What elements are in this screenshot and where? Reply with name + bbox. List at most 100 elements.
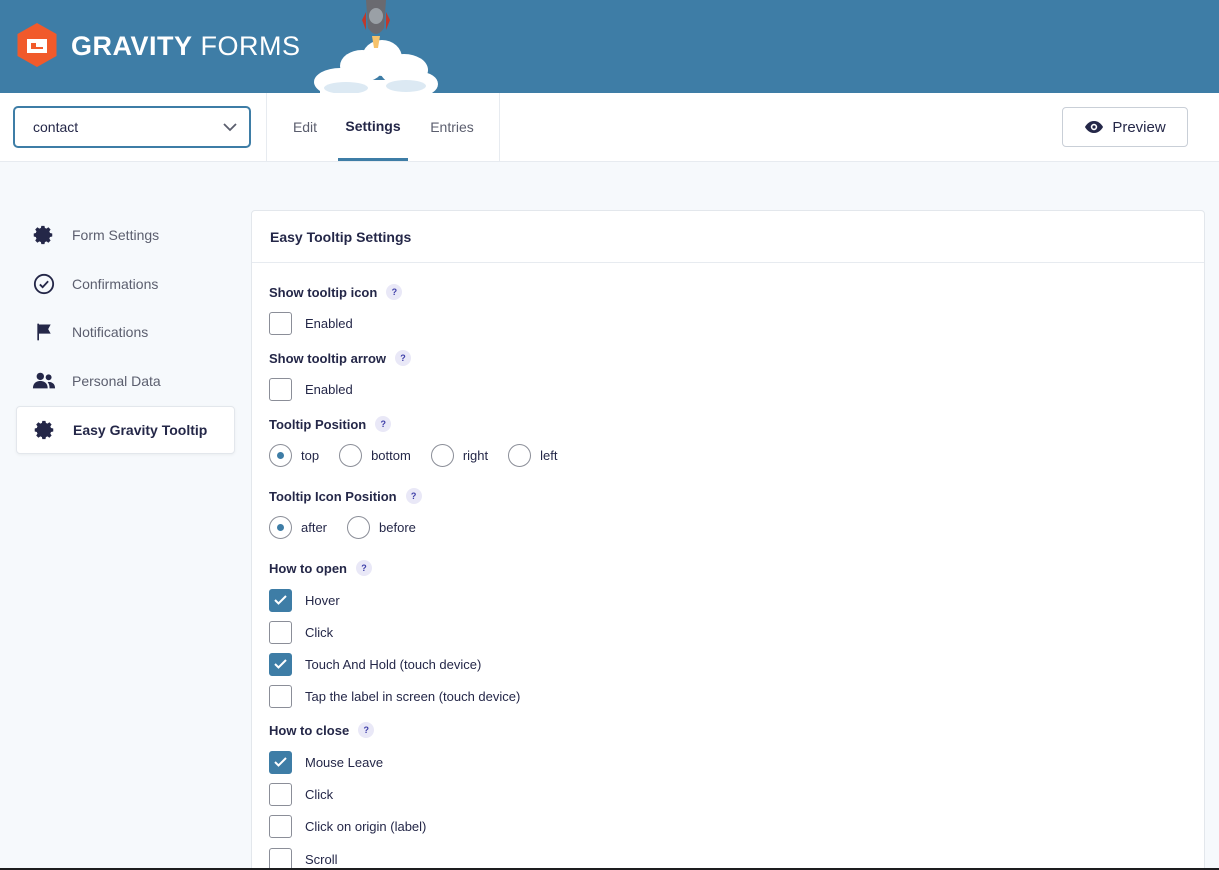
field-label-how-to-open: How to open ? — [269, 560, 372, 576]
checkbox-label: Tap the label in screen (touch device) — [305, 688, 521, 704]
field-label-text: Tooltip Icon Position — [269, 488, 397, 504]
check-circle-icon — [32, 272, 56, 296]
checkbox-open-tap-label[interactable]: Tap the label in screen (touch device) — [269, 684, 521, 708]
checkmark-icon — [274, 659, 287, 669]
checkbox-box[interactable] — [269, 750, 292, 774]
checkmark-icon — [274, 595, 287, 605]
checkbox-box[interactable] — [269, 588, 292, 612]
radio-icon-position-after[interactable]: after — [269, 515, 328, 539]
checkbox-show-icon-enabled[interactable]: Enabled — [269, 311, 353, 335]
checkbox-label: Click on origin (label) — [305, 818, 427, 834]
brand-name-light: FORMS — [200, 31, 301, 61]
preview-button[interactable]: Preview — [1062, 107, 1188, 147]
radio-group-tooltip-position: top bottom right left — [269, 443, 573, 467]
rocket-illustration-icon — [314, 0, 438, 93]
radio-button[interactable] — [269, 515, 292, 539]
checkbox-label: Click — [305, 624, 334, 640]
chevron-down-icon — [223, 123, 237, 132]
form-toolbar: contact Edit Settings Entries Preview — [0, 93, 1219, 162]
form-selector-value: contact — [33, 119, 79, 135]
checkbox-box[interactable] — [269, 684, 292, 708]
help-icon[interactable]: ? — [358, 722, 375, 738]
radio-position-left[interactable]: left — [508, 443, 558, 467]
tab-settings[interactable]: Settings — [338, 93, 408, 161]
sidebar-item-label: Notifications — [72, 324, 149, 340]
radio-label: after — [301, 519, 328, 535]
sidebar-item-form-settings[interactable]: Form Settings — [16, 211, 235, 259]
gravity-forms-logo-icon — [17, 23, 57, 67]
checkbox-box[interactable] — [269, 620, 292, 644]
checkbox-close-mouse-leave[interactable]: Mouse Leave — [269, 750, 384, 774]
checkbox-open-touch-hold[interactable]: Touch And Hold (touch device) — [269, 652, 482, 676]
flag-icon — [32, 320, 56, 344]
radio-group-icon-position: after before — [269, 515, 432, 539]
sidebar-item-confirmations[interactable]: Confirmations — [16, 260, 235, 308]
field-label-text: How to close — [269, 722, 350, 738]
radio-button[interactable] — [269, 443, 292, 467]
checkbox-box[interactable] — [269, 782, 292, 806]
checkbox-box[interactable] — [269, 652, 292, 676]
checkbox-label: Enabled — [305, 381, 353, 397]
panel-title: Easy Tooltip Settings — [252, 211, 1204, 263]
help-icon[interactable]: ? — [356, 560, 372, 576]
checkbox-box[interactable] — [269, 847, 292, 870]
radio-button[interactable] — [339, 443, 363, 467]
checkmark-icon — [274, 757, 287, 767]
form-selector-dropdown[interactable]: contact — [14, 107, 250, 147]
gear-icon — [33, 418, 57, 442]
sidebar-item-label: Confirmations — [72, 276, 159, 292]
field-label-icon-position: Tooltip Icon Position ? — [269, 488, 422, 504]
people-icon — [32, 369, 56, 393]
sidebar-item-label: Personal Data — [72, 373, 161, 389]
help-icon[interactable]: ? — [395, 350, 411, 366]
checkbox-label: Scroll — [305, 851, 338, 867]
field-label-how-to-close: How to close ? — [269, 722, 375, 738]
checkbox-label: Click — [305, 786, 334, 802]
sidebar-item-notifications[interactable]: Notifications — [16, 308, 235, 356]
app-header: GRAVITY FORMS — [0, 0, 1219, 93]
checkbox-label: Mouse Leave — [305, 754, 384, 770]
field-label-text: How to open — [269, 560, 347, 576]
radio-button[interactable] — [430, 443, 454, 467]
field-label-text: Tooltip Position — [269, 416, 367, 432]
radio-label: left — [540, 447, 558, 463]
toolbar-divider — [266, 93, 267, 161]
radio-position-top[interactable]: top — [269, 443, 320, 467]
checkbox-box[interactable] — [269, 814, 292, 838]
radio-position-bottom[interactable]: bottom — [339, 443, 411, 467]
field-label-tooltip-position: Tooltip Position ? — [269, 416, 392, 432]
checkbox-label: Touch And Hold (touch device) — [305, 656, 482, 672]
brand-name: GRAVITY FORMS — [71, 31, 301, 62]
checkbox-close-scroll[interactable]: Scroll — [269, 847, 338, 870]
radio-label: top — [301, 447, 320, 463]
checkbox-open-hover[interactable]: Hover — [269, 588, 340, 612]
preview-label: Preview — [1112, 118, 1166, 136]
field-label-show-arrow: Show tooltip arrow ? — [269, 350, 411, 366]
tab-edit[interactable]: Edit — [282, 93, 328, 161]
eye-icon — [1085, 121, 1104, 133]
checkbox-box[interactable] — [269, 377, 292, 401]
checkbox-show-arrow-enabled[interactable]: Enabled — [269, 377, 353, 401]
checkbox-box[interactable] — [269, 311, 292, 335]
radio-label: right — [462, 447, 489, 463]
tab-entries[interactable]: Entries — [420, 93, 484, 161]
radio-label: bottom — [371, 447, 411, 463]
field-label-show-icon: Show tooltip icon ? — [269, 284, 403, 300]
sidebar-item-personal-data[interactable]: Personal Data — [16, 357, 235, 405]
radio-button[interactable] — [347, 515, 371, 539]
radio-icon-position-before[interactable]: before — [347, 515, 416, 539]
checkbox-close-click[interactable]: Click — [269, 782, 334, 806]
checkbox-close-click-origin[interactable]: Click on origin (label) — [269, 814, 427, 838]
radio-position-right[interactable]: right — [430, 443, 489, 467]
sidebar-item-label: Form Settings — [72, 227, 160, 243]
sidebar-item-easy-gravity-tooltip[interactable]: Easy Gravity Tooltip — [16, 406, 235, 454]
field-label-text: Show tooltip icon — [269, 284, 378, 300]
checkbox-label: Hover — [305, 592, 340, 608]
help-icon[interactable]: ? — [386, 284, 403, 300]
help-icon[interactable]: ? — [375, 416, 392, 432]
radio-label: before — [379, 519, 416, 535]
field-label-text: Show tooltip arrow — [269, 350, 386, 366]
checkbox-open-click[interactable]: Click — [269, 620, 334, 644]
help-icon[interactable]: ? — [405, 488, 422, 504]
radio-button[interactable] — [508, 443, 532, 467]
